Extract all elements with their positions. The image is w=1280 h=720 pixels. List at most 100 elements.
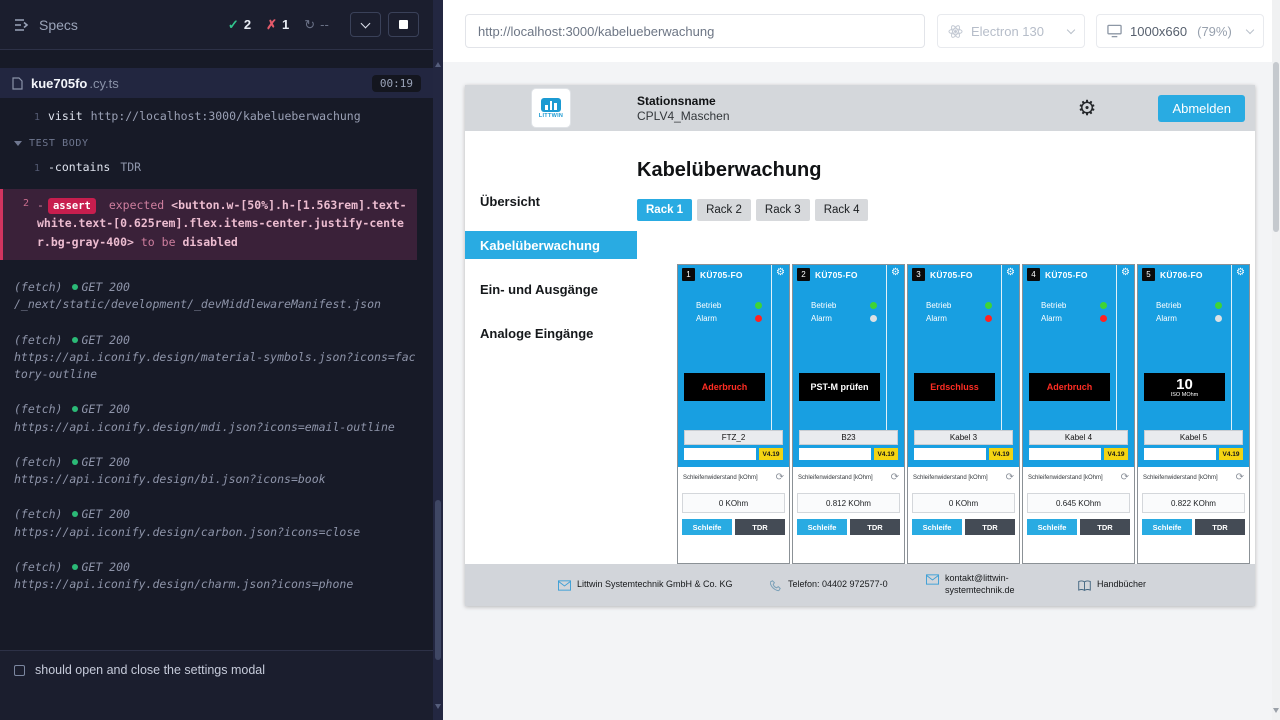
- measurement-label: Schleifenwiderstand [kOhm]: [1143, 475, 1218, 481]
- log-fetch-row[interactable]: (fetch)GET 200 https://api.iconify.desig…: [0, 550, 417, 603]
- scroll-down-arrow-icon[interactable]: [1273, 708, 1279, 713]
- measurement-panel: Schleifenwiderstand [kOhm] ⟳ 0 KOhm Schl…: [678, 467, 789, 563]
- log-fetch-row[interactable]: (fetch)GET 200 https://api.iconify.desig…: [0, 323, 417, 393]
- schleife-button[interactable]: Schleife: [797, 519, 847, 535]
- refresh-icon[interactable]: ⟳: [891, 473, 899, 483]
- tab-rack-1[interactable]: Rack 1: [637, 199, 692, 221]
- nav-item-ein-und-ausgaenge[interactable]: Ein- und Ausgänge: [465, 275, 637, 303]
- tab-rack-3[interactable]: Rack 3: [756, 199, 810, 221]
- tdr-button[interactable]: TDR: [1195, 519, 1245, 535]
- tdr-button[interactable]: TDR: [735, 519, 785, 535]
- card-rail: ⚙: [1231, 265, 1249, 430]
- device-number: 1: [682, 268, 695, 281]
- tdr-button[interactable]: TDR: [1080, 519, 1130, 535]
- spec-name: kue705fo: [31, 76, 87, 91]
- card-gear-icon[interactable]: ⚙: [1236, 268, 1245, 430]
- log-fetch-row[interactable]: (fetch)GET 200 https://api.iconify.desig…: [0, 497, 417, 550]
- page-scrollbar[interactable]: [1272, 0, 1280, 720]
- fetch-url: https://api.iconify.design/carbon.json?i…: [14, 524, 417, 541]
- status-display: Aderbruch: [684, 373, 765, 401]
- rack-tabs: Rack 1 Rack 2 Rack 3 Rack 4: [637, 199, 1255, 221]
- card-gear-icon[interactable]: ⚙: [891, 268, 900, 430]
- nav-item-uebersicht[interactable]: Übersicht: [465, 187, 637, 215]
- card-gear-icon[interactable]: ⚙: [776, 268, 785, 430]
- tdr-button[interactable]: TDR: [965, 519, 1015, 535]
- card-gear-icon[interactable]: ⚙: [1006, 268, 1015, 430]
- specs-toggle-button[interactable]: Specs: [14, 17, 78, 33]
- settings-gear-icon[interactable]: ⚙: [1078, 98, 1097, 119]
- schleife-button[interactable]: Schleife: [1027, 519, 1077, 535]
- card-rail: ⚙: [1116, 265, 1134, 430]
- stop-icon: [399, 20, 408, 29]
- measurement-label: Schleifenwiderstand [kOhm]: [683, 475, 758, 481]
- measurement-panel: Schleifenwiderstand [kOhm] ⟳ 0.645 KOhm …: [1023, 467, 1134, 563]
- scrollbar-thumb[interactable]: [435, 500, 441, 660]
- mail-icon: [558, 580, 571, 591]
- betrieb-led: [1100, 302, 1107, 309]
- footer-manuals-link[interactable]: Handbücher: [1078, 579, 1146, 591]
- fetch-url: https://api.iconify.design/mdi.json?icon…: [14, 419, 417, 436]
- logout-button[interactable]: Abmelden: [1158, 95, 1245, 122]
- tab-rack-4[interactable]: Rack 4: [815, 199, 869, 221]
- assert-state-word: disabled: [182, 235, 237, 249]
- measurement-value: 0.822 KOhm: [1142, 493, 1245, 513]
- schleife-button[interactable]: Schleife: [912, 519, 962, 535]
- schleife-button[interactable]: Schleife: [1142, 519, 1192, 535]
- test-body-section-toggle[interactable]: TEST BODY: [0, 129, 417, 155]
- log-fetch-row[interactable]: (fetch)GET 200 https://api.iconify.desig…: [0, 445, 417, 498]
- log-visit-row[interactable]: 1 visit http://localhost:3000/kabelueber…: [0, 104, 417, 129]
- collapse-all-button[interactable]: [350, 12, 381, 37]
- stop-run-button[interactable]: [388, 12, 419, 37]
- spec-file-header[interactable]: kue705fo .cy.ts 00:19: [0, 68, 433, 98]
- success-dot-icon: [72, 511, 78, 517]
- success-dot-icon: [72, 284, 78, 290]
- version-spacer: [1144, 448, 1216, 460]
- spec-file-icon: [12, 77, 23, 90]
- nav-item-analoge-eingaenge[interactable]: Analoge Eingänge: [465, 319, 637, 347]
- cable-name: FTZ_2: [684, 430, 783, 445]
- fetch-url: https://api.iconify.design/charm.json?ic…: [14, 576, 417, 593]
- scrollbar-thumb[interactable]: [1273, 62, 1279, 232]
- url-input[interactable]: [465, 14, 925, 48]
- firmware-version: V4.19: [759, 448, 783, 460]
- log-fetch-row[interactable]: (fetch)GET 200 /_next/static/development…: [0, 270, 417, 323]
- viewport-size: 1000x660: [1130, 24, 1187, 39]
- failed-count: 1: [282, 17, 289, 32]
- tab-rack-2[interactable]: Rack 2: [697, 199, 751, 221]
- firmware-version: V4.19: [989, 448, 1013, 460]
- refresh-icon[interactable]: ⟳: [1236, 473, 1244, 483]
- schleife-button[interactable]: Schleife: [682, 519, 732, 535]
- scroll-down-arrow-icon[interactable]: [435, 704, 441, 709]
- assert-message: -assert expected <button.w-[50%].h-[1.56…: [37, 196, 407, 252]
- passed-count: 2: [244, 17, 251, 32]
- cable-name: Kabel 3: [914, 430, 1013, 445]
- command-argument: TDR: [120, 159, 141, 176]
- log-fetch-row[interactable]: (fetch)GET 200 https://api.iconify.desig…: [0, 392, 417, 445]
- alarm-led: [755, 315, 762, 322]
- command-number: 1: [14, 159, 40, 176]
- command-name: visit: [48, 108, 83, 125]
- fetch-status: GET 200: [81, 507, 129, 521]
- tdr-button[interactable]: TDR: [850, 519, 900, 535]
- refresh-icon[interactable]: ⟳: [776, 473, 784, 483]
- status-text: Aderbruch: [702, 382, 748, 393]
- manuals-label: Handbücher: [1097, 579, 1146, 591]
- reporter-scrollbar[interactable]: [433, 0, 443, 720]
- footer-phone[interactable]: Telefon: 04402 972577-0: [770, 579, 908, 592]
- card-gear-icon[interactable]: ⚙: [1121, 268, 1130, 430]
- chevron-down-icon: [1246, 26, 1254, 34]
- betrieb-led: [1215, 302, 1222, 309]
- viewport-select[interactable]: 1000x660 (79%): [1096, 14, 1264, 48]
- device-card-2: 2 KÜ705-FO Betrieb Alarm PST-M prüfen: [792, 264, 905, 564]
- refresh-icon[interactable]: ⟳: [1121, 473, 1129, 483]
- scroll-up-arrow-icon[interactable]: [435, 62, 441, 67]
- version-spacer: [684, 448, 756, 460]
- log-failed-assert-row[interactable]: 2 -assert expected <button.w-[50%].h-[1.…: [0, 189, 417, 261]
- next-test-row[interactable]: should open and close the settings modal: [0, 650, 433, 720]
- footer-email[interactable]: kontakt@littwin-systemtechnik.de: [926, 573, 1060, 596]
- nav-item-kabelueberwachung[interactable]: Kabelüberwachung: [465, 231, 637, 259]
- log-contains-row[interactable]: 1 -contains TDR: [0, 155, 417, 180]
- browser-select[interactable]: Electron 130: [937, 14, 1085, 48]
- refresh-icon[interactable]: ⟳: [1006, 473, 1014, 483]
- app-under-test: LITTWIN Stationsname CPLV4_Maschen ⚙ Abm…: [465, 85, 1255, 606]
